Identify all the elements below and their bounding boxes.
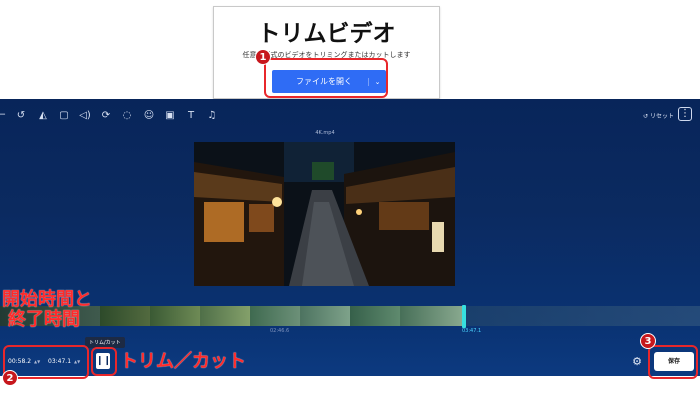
- playhead-handle[interactable]: [462, 305, 466, 328]
- annotation-box-trim: [91, 347, 117, 376]
- gear-icon[interactable]: ⚙: [630, 355, 644, 369]
- reset-button[interactable]: ↺ リセット: [643, 111, 674, 120]
- crop-icon[interactable]: ⌐: [0, 110, 8, 122]
- rotate-icon[interactable]: ↺: [15, 110, 27, 122]
- ratio-icon[interactable]: ▢: [58, 110, 70, 122]
- flip-icon[interactable]: ◭: [37, 110, 49, 122]
- trim-cut-label: トリム／カット: [120, 351, 246, 372]
- page-title: トリムビデオ: [257, 21, 396, 47]
- image-icon[interactable]: ▣: [164, 110, 176, 122]
- timeline-strip[interactable]: [0, 306, 700, 326]
- editor-toolbar: ⌐ ↺ ◭ ▢ ◁) ⟳ ◌ ☺ ▣ T ♫ ↺ リセット ⋮: [0, 99, 700, 133]
- loop-icon[interactable]: ⟳: [100, 110, 112, 122]
- video-editor: ⌐ ↺ ◭ ▢ ◁) ⟳ ◌ ☺ ▣ T ♫ ↺ リセット ⋮ 4K.mp4 0…: [0, 99, 700, 376]
- audio-icon[interactable]: ♫: [206, 110, 218, 122]
- timeline-mark: 02:46.6: [270, 328, 290, 334]
- file-name: 4K.mp4: [315, 130, 335, 136]
- annotation-box-save: [648, 345, 698, 379]
- sticker-icon[interactable]: ☺: [143, 110, 155, 122]
- street-night-scene: [194, 142, 455, 286]
- comment-icon[interactable]: ◌: [121, 110, 133, 122]
- more-options-icon[interactable]: ⋮: [678, 107, 692, 121]
- annotation-badge-3: 3: [640, 333, 656, 349]
- start-end-time-label: 開始時間と 終了時間: [2, 290, 92, 330]
- volume-icon[interactable]: ◁): [79, 110, 91, 122]
- reset-icon: ↺: [643, 113, 650, 120]
- annotation-badge-2: 2: [2, 370, 18, 386]
- timeline-mark-current: 03:47.1: [462, 328, 482, 334]
- annotation-box-open: [264, 58, 388, 98]
- text-icon[interactable]: T: [185, 110, 197, 122]
- reset-label: リセット: [649, 113, 674, 120]
- video-preview[interactable]: [194, 142, 455, 286]
- annotation-badge-1: 1: [255, 49, 271, 65]
- start-end-label-line2: 終了時間: [8, 309, 80, 330]
- start-end-label-line1: 開始時間と: [2, 289, 92, 310]
